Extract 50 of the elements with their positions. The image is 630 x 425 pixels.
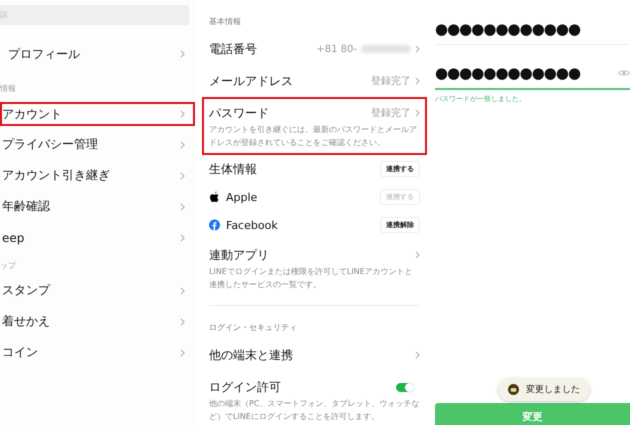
menu-item[interactable]: アカウント引き継ぎ (0, 160, 195, 191)
menu-item[interactable]: eep (0, 222, 195, 253)
row-label[interactable]: パスワード (209, 104, 269, 122)
chevron-icon (180, 234, 185, 242)
chevron-icon (180, 50, 185, 58)
menu-item[interactable]: 年齢確認 (0, 191, 195, 222)
row-label: 生体情報 (209, 160, 257, 178)
chevron-icon (180, 348, 185, 356)
toast-icon (508, 384, 519, 395)
row-label[interactable]: メールアドレス (209, 72, 293, 90)
apple-icon (209, 191, 220, 203)
toast-message: 変更しました (526, 384, 580, 396)
row-description: 他の端末（PC、スマートフォン、タブレット、ウォッチなど）でLINEにログインすることを許可します。 (209, 398, 420, 423)
menu-item[interactable]: 着せかえ (0, 306, 195, 337)
menu-item[interactable]: プライバシー管理 (0, 129, 195, 160)
facebook-icon (209, 219, 220, 231)
password-field[interactable]: ●●●●●●●●●●●● (435, 14, 630, 45)
row-value: 登録完了 (371, 106, 411, 120)
chevron-icon (415, 109, 420, 117)
password-field[interactable]: ●●●●●●●●●●●● (435, 58, 630, 90)
row-label: ログイン許可 (209, 378, 281, 396)
row-label: Facebook (226, 218, 278, 232)
menu-item[interactable]: コイン (0, 337, 195, 368)
eye-icon[interactable] (618, 69, 630, 77)
row-value: 登録完了 (371, 74, 411, 88)
section-label: 基本情報 (208, 16, 242, 28)
section-label: 情報 (0, 83, 17, 95)
menu-item[interactable]: スタンプ (0, 275, 195, 306)
chevron-icon (415, 351, 420, 359)
chevron-icon (415, 251, 420, 259)
chevron-icon (180, 110, 185, 118)
section-label: ップ (0, 260, 18, 272)
chevron-icon (180, 286, 185, 294)
row-label: Apple (226, 190, 258, 204)
row-label[interactable]: 連動アプリ (209, 246, 269, 264)
chevron-icon (415, 45, 420, 53)
row-description: アカウントを引き継ぐには、最新のパスワードとメールアドレスが登録されていることをご確認ください。 (209, 124, 418, 149)
chevron-icon (180, 318, 185, 326)
row-label[interactable]: 電話番号 (209, 40, 257, 58)
section-label: ログイン・セキュリティ (208, 322, 298, 334)
row-description: LINEでログインまたは権限を許可してLINEアカウントと連携したサービスの一覧です。 (209, 266, 414, 291)
chevron-icon (180, 202, 185, 210)
chevron-icon (415, 77, 420, 85)
row-value: +81 80- (316, 44, 357, 54)
chevron-icon (180, 140, 185, 148)
menu-item[interactable]: アカウント (0, 102, 195, 126)
menu-item[interactable]: プロフィール (0, 32, 195, 76)
row-label[interactable]: 他の端末と連携 (209, 346, 293, 364)
chevron-icon (180, 172, 185, 180)
toggle-switch[interactable] (396, 382, 414, 392)
